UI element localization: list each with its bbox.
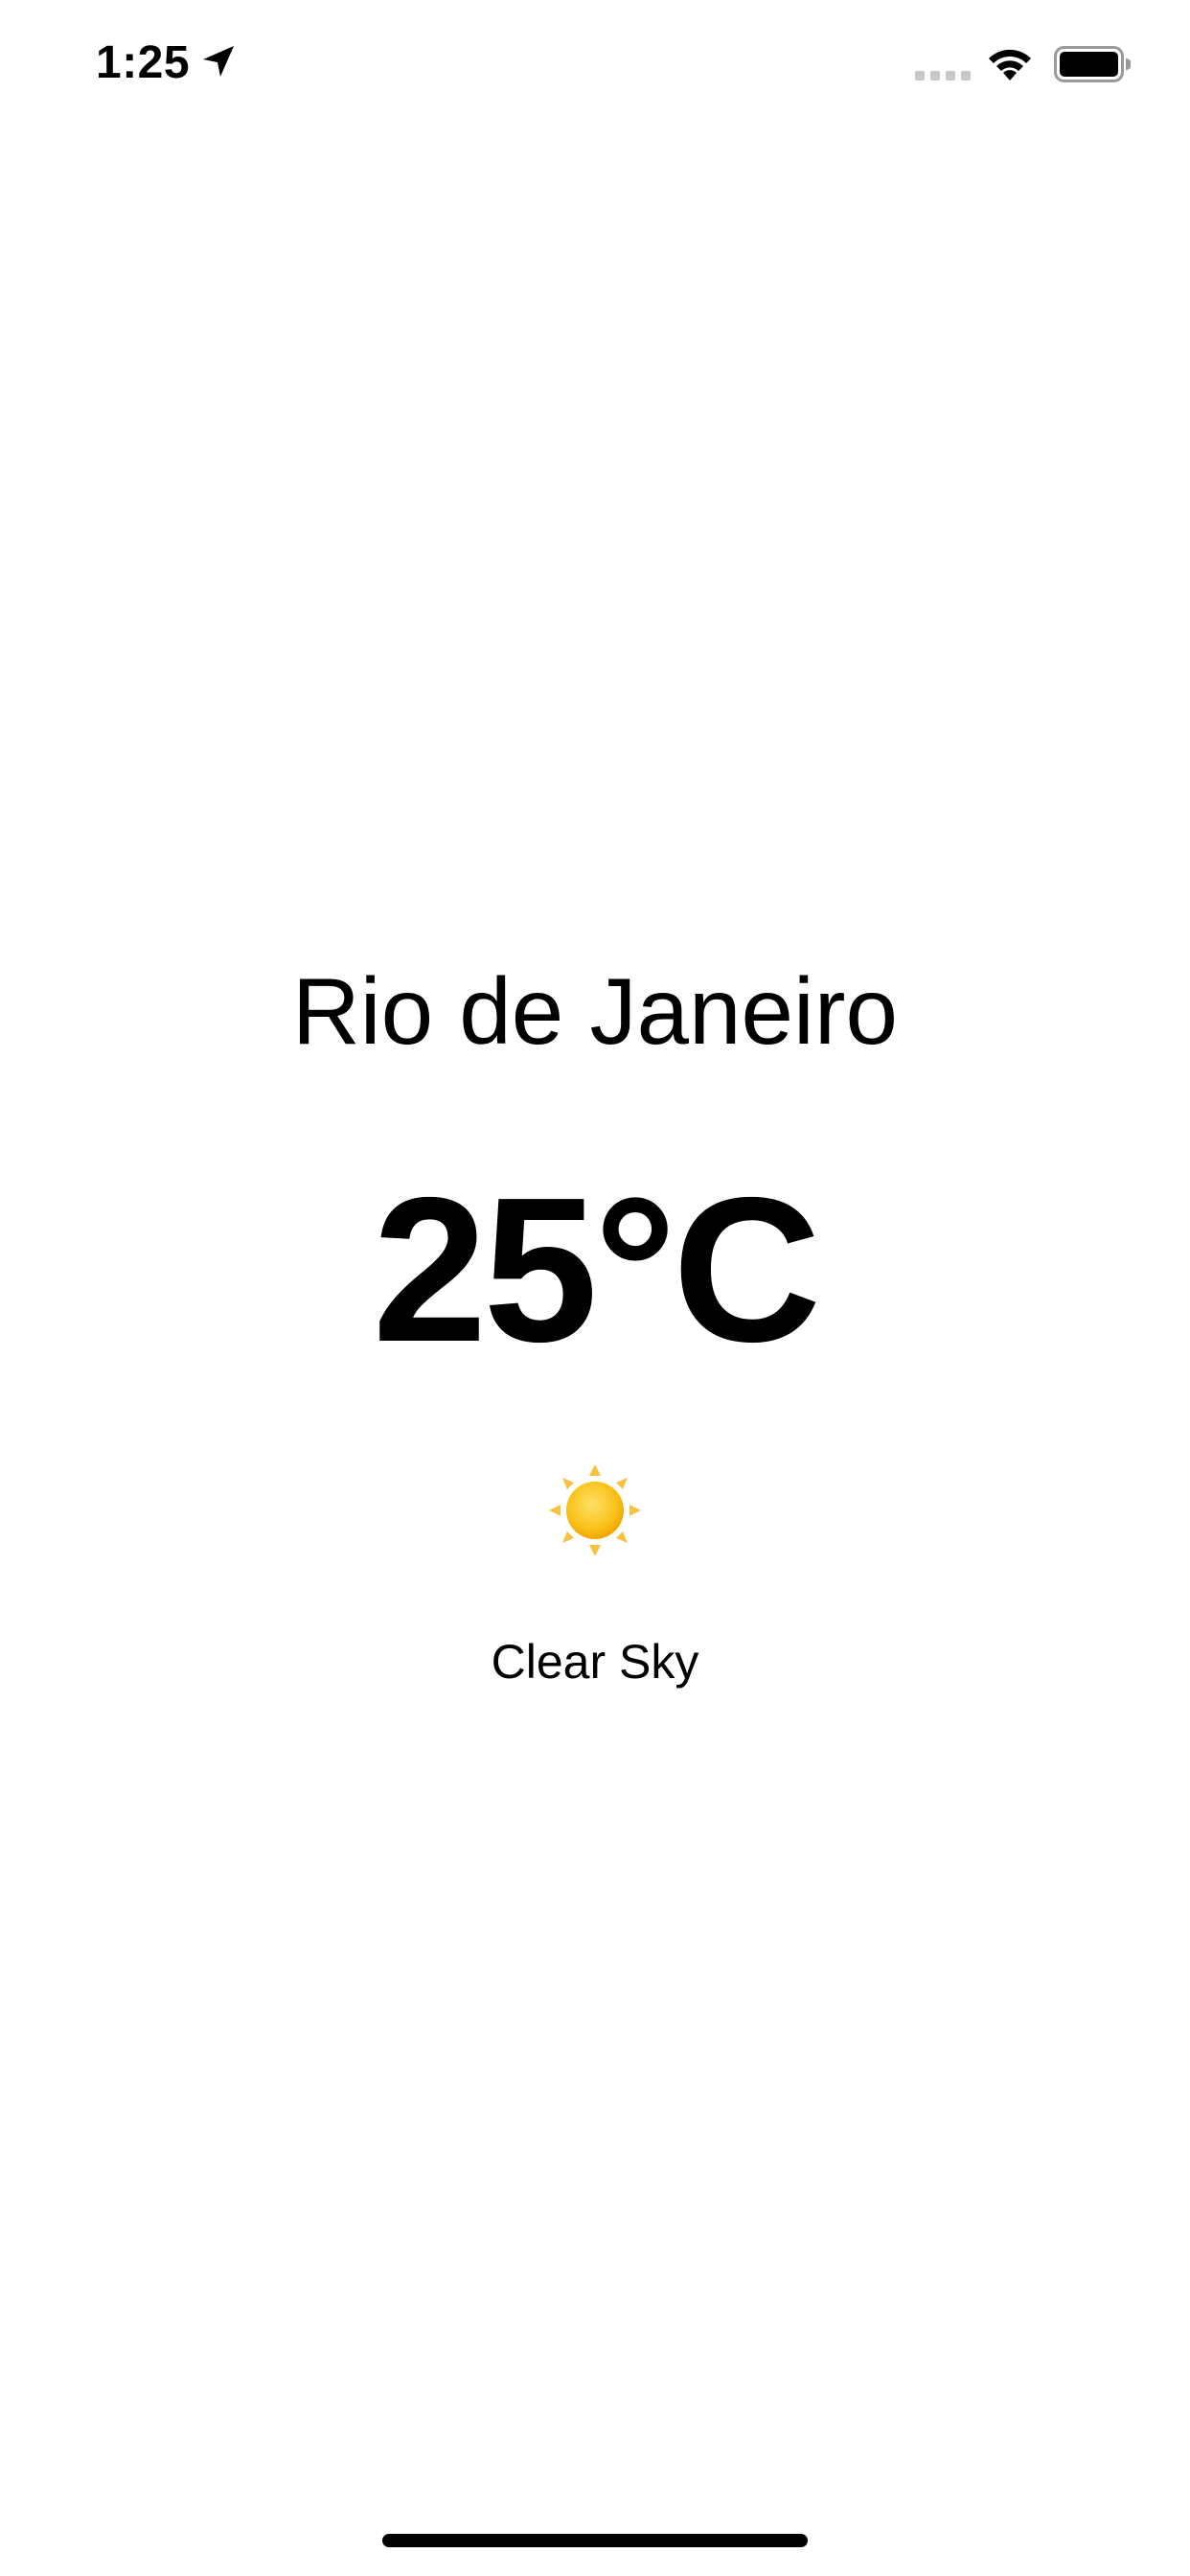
city-name: Rio de Janeiro <box>292 958 898 1064</box>
battery-icon <box>1054 46 1131 82</box>
home-indicator[interactable] <box>382 2534 808 2547</box>
location-arrow-icon <box>203 46 234 77</box>
cellular-signal-icon <box>915 71 971 80</box>
sun-icon <box>549 1464 641 1556</box>
status-time: 1:25 <box>96 37 191 88</box>
weather-screen: 1:25 Rio de Janeiro 25°C Clear Sky <box>0 0 1190 2576</box>
status-bar: 1:25 <box>0 0 1190 134</box>
weather-condition: Clear Sky <box>491 1635 699 1689</box>
wifi-icon <box>989 49 1031 80</box>
temperature-value: 25°C <box>372 1154 821 1385</box>
